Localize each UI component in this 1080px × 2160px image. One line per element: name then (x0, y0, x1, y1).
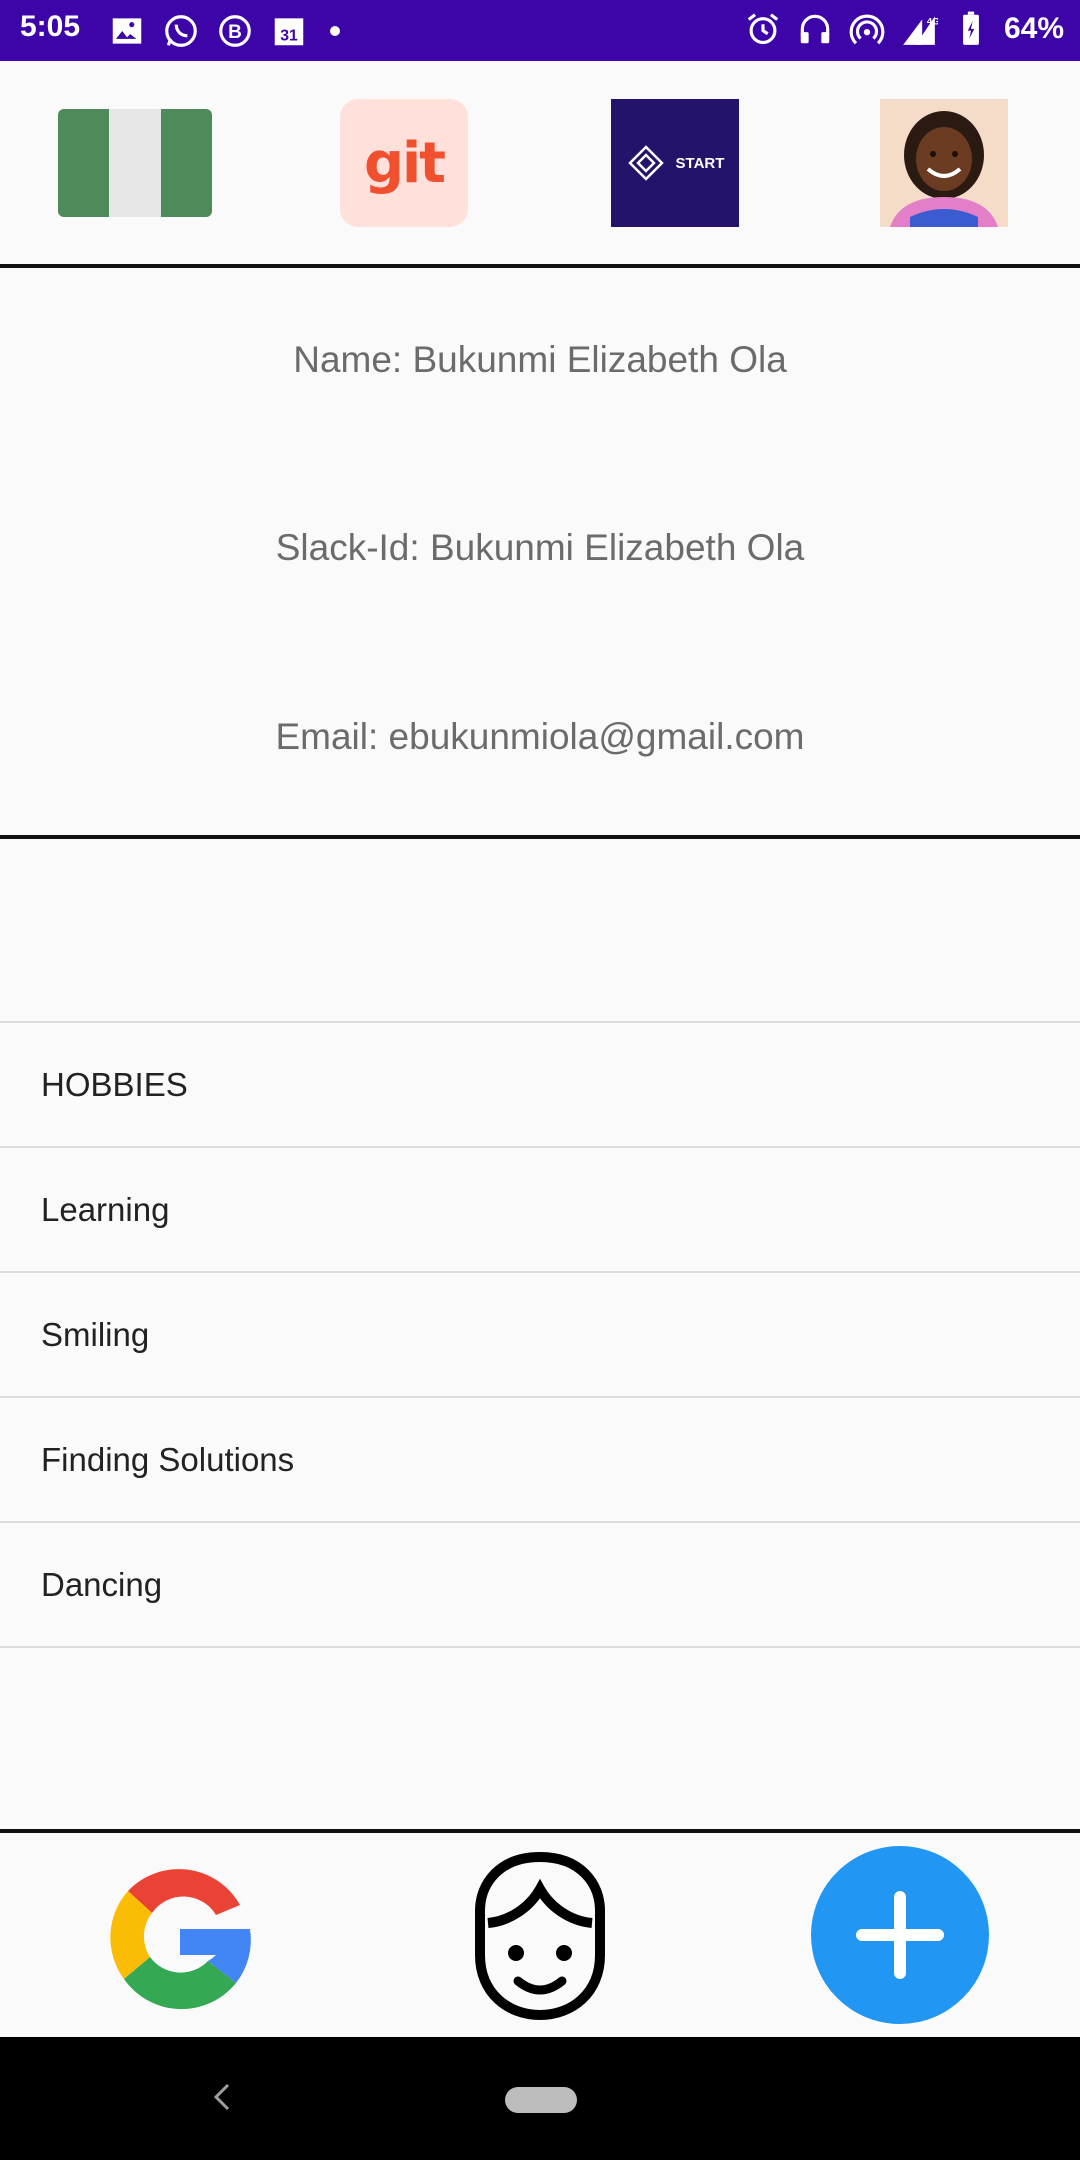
list-divider (0, 1646, 1080, 1648)
list-divider (0, 1021, 1080, 1023)
slack-id-text: Slack-Id: Bukunmi Elizabeth Ola (275, 527, 805, 568)
b-icon: B (219, 15, 251, 47)
back-icon[interactable] (208, 2077, 236, 2117)
face-icon[interactable] (450, 1845, 630, 2025)
status-bar: 5:05 B 31 4G 64% (0, 0, 1080, 61)
image-icon (112, 18, 142, 44)
hotspot-icon (849, 14, 885, 45)
list-item[interactable]: Smiling (41, 1316, 149, 1354)
hobbies-header: HOBBIES (41, 1066, 188, 1103)
list-item[interactable]: Learning (41, 1191, 169, 1229)
alarm-icon (747, 13, 779, 45)
system-icons: 4G 64% (744, 10, 1064, 48)
email-text: Email: ebukunmiola@gmail.com (275, 716, 805, 757)
top-icon-row: git START (0, 61, 1080, 264)
start-icon[interactable]: START (611, 99, 739, 227)
notification-icons: B 31 (108, 12, 340, 50)
header-divider (0, 264, 1080, 268)
svg-text:B: B (228, 22, 242, 43)
whatsapp-icon (165, 15, 197, 47)
start-label: START (675, 154, 725, 172)
git-icon[interactable]: git (340, 99, 468, 227)
status-time: 5:05 (20, 10, 81, 43)
list-divider (0, 1146, 1080, 1148)
google-icon[interactable] (90, 1845, 270, 2025)
home-button[interactable] (505, 2087, 577, 2113)
add-icon[interactable] (810, 1845, 990, 2025)
headphones-icon (800, 14, 830, 44)
battery-percentage: 64% (1003, 12, 1064, 45)
footer-divider (0, 1829, 1080, 1833)
list-divider (0, 1396, 1080, 1398)
avatar[interactable] (880, 99, 1008, 227)
list-item[interactable]: Finding Solutions (41, 1441, 294, 1479)
svg-text:4G: 4G (927, 16, 938, 27)
list-item[interactable]: Dancing (41, 1566, 162, 1604)
nigeria-flag-icon[interactable] (58, 109, 212, 217)
battery-icon (963, 11, 979, 45)
profile-photo-icon (880, 99, 1008, 227)
dot-icon (330, 26, 340, 36)
name-text: Name: Bukunmi Elizabeth Ola (293, 339, 787, 380)
calendar-icon: 31 (274, 18, 304, 46)
start-logo-icon (627, 145, 664, 181)
list-divider (0, 1521, 1080, 1523)
signal-icon: 4G (903, 16, 938, 45)
svg-text:31: 31 (280, 28, 298, 45)
navigation-bar (0, 2037, 1080, 2160)
git-label: git (363, 130, 446, 196)
info-divider (0, 835, 1080, 839)
list-divider (0, 1271, 1080, 1273)
